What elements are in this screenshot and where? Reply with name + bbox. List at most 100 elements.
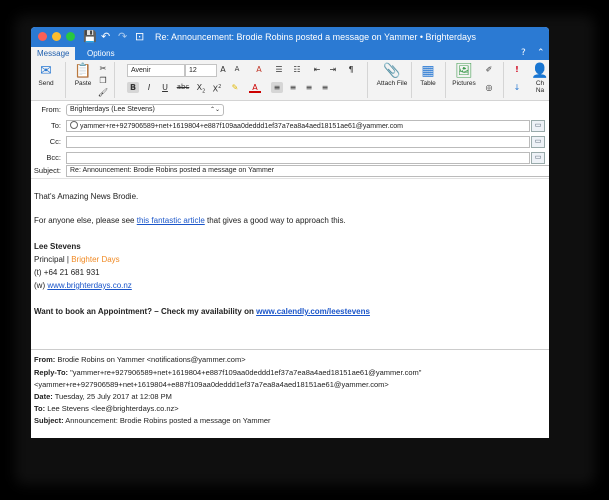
message-body[interactable]: That's Amazing News Brodie. For anyone e…: [31, 182, 549, 438]
collapse-ribbon-icon[interactable]: ⌃: [537, 47, 545, 60]
zoom-window-button[interactable]: [66, 32, 75, 41]
superscript-button[interactable]: X2: [211, 82, 223, 94]
clear-formatting-icon[interactable]: A: [253, 64, 265, 75]
divider: [411, 62, 412, 98]
highlight-icon[interactable]: ✎: [229, 82, 241, 93]
format-painter-icon[interactable]: 🖌: [97, 87, 109, 98]
grow-font-icon[interactable]: A: [217, 64, 229, 75]
quoted-date: Date: Tuesday, 25 July 2017 at 12:08 PM: [34, 391, 172, 402]
paste-button[interactable]: 📋 Paste: [71, 62, 95, 87]
indent-icon[interactable]: ⇥: [327, 64, 339, 75]
quoted-date-label: Date:: [34, 392, 53, 401]
low-importance-icon[interactable]: ↓: [511, 82, 523, 93]
from-label: From:: [41, 105, 61, 114]
message-header: From: Brighterdays (Lee Stevens) ⌃⌄ To: …: [31, 101, 549, 177]
font-name-value: Avenir: [131, 67, 151, 74]
clipboard-icon: 📋: [74, 63, 92, 79]
quoted-date-value: Tuesday, 25 July 2017 at 12:08 PM: [52, 392, 172, 401]
font-name-select[interactable]: Avenir: [127, 64, 185, 77]
font-size-value: 12: [189, 67, 197, 74]
to-field[interactable]: yammer+re+927906589+net+1619804+e887f109…: [66, 120, 530, 132]
quoted-replyto: Reply-To: "yammer+re+927906589+net+16198…: [34, 367, 421, 378]
table-label: Table: [420, 80, 436, 87]
undo-icon[interactable]: ↶: [101, 29, 110, 45]
divider: [503, 62, 504, 98]
paperclip-icon: 📎: [383, 63, 401, 79]
ribbon-tabs: Message Options ? ⌃: [31, 47, 549, 60]
window-title: Re: Announcement: Brodie Robins posted a…: [155, 32, 476, 42]
send-button[interactable]: ✉ Send: [35, 62, 57, 87]
send-icon: ✉: [40, 63, 52, 79]
to-address-book-icon[interactable]: ▭: [531, 120, 545, 132]
copy-icon[interactable]: ❐: [97, 75, 109, 86]
font-color-icon[interactable]: A: [249, 82, 261, 93]
signature-company: Brighter Days: [71, 255, 120, 264]
bullets-icon[interactable]: ☰: [273, 64, 285, 75]
subject-label: Subject:: [33, 166, 61, 175]
align-right-icon[interactable]: ≡: [303, 82, 315, 93]
divider: [445, 62, 446, 98]
justify-icon[interactable]: ≡: [319, 82, 331, 93]
bold-button[interactable]: B: [127, 82, 139, 93]
shrink-font-icon[interactable]: A: [231, 64, 243, 75]
quoted-divider: [31, 349, 549, 350]
signature-role: Principal |: [34, 255, 72, 264]
high-importance-icon[interactable]: !: [511, 64, 523, 75]
quoted-replyto-label: Reply-To:: [34, 368, 69, 377]
from-select[interactable]: Brighterdays (Lee Stevens) ⌃⌄: [66, 104, 224, 116]
table-button[interactable]: ▦ Table: [414, 62, 442, 87]
cc-label: Cc:: [49, 137, 61, 146]
booking-cta-text: Want to book an Appointment? – Check my …: [34, 307, 257, 316]
to-label: To:: [50, 121, 61, 130]
cut-icon[interactable]: ✂: [97, 63, 109, 74]
cc-address-book-icon[interactable]: ▭: [531, 136, 545, 148]
tab-message[interactable]: Message: [31, 47, 76, 60]
strikethrough-button[interactable]: abc: [175, 82, 191, 93]
help-icon[interactable]: ?: [521, 47, 526, 60]
numbering-icon[interactable]: ☷: [291, 64, 303, 75]
outdent-icon[interactable]: ⇤: [311, 64, 323, 75]
attach-file-button[interactable]: 📎 Attach File: [376, 62, 408, 87]
bcc-address-book-icon[interactable]: ▭: [531, 152, 545, 164]
save-icon[interactable]: 💾: [83, 29, 97, 45]
quoted-from-label: From:: [34, 355, 56, 364]
pictures-button[interactable]: 🖼 Pictures: [449, 62, 479, 87]
underline-button[interactable]: U: [159, 82, 171, 93]
font-size-select[interactable]: 12: [185, 64, 217, 77]
title-bar: 💾 ↶ ↷ ⊡ Re: Announcement: Brodie Robins …: [31, 27, 549, 47]
bcc-field[interactable]: [66, 152, 530, 164]
italic-button[interactable]: I: [143, 82, 155, 93]
minimize-window-button[interactable]: [52, 32, 61, 41]
subject-field[interactable]: Re: Announcement: Brodie Robins posted a…: [66, 165, 549, 177]
website-link[interactable]: www.brighterdays.co.nz: [47, 281, 131, 290]
quoted-from: From: Brodie Robins on Yammer <notificat…: [34, 354, 246, 365]
smartart-icon[interactable]: ◎: [483, 82, 495, 93]
bcc-label: Bcc:: [46, 153, 61, 162]
quoted-subject-value: Announcement: Brodie Robins posted a mes…: [63, 416, 271, 425]
customize-toolbar-icon[interactable]: ⊡: [135, 29, 144, 45]
attach-file-label: Attach File: [376, 80, 408, 87]
quoted-subject-label: Subject:: [34, 416, 64, 425]
divider: [367, 62, 368, 98]
send-label: Send: [38, 80, 54, 87]
to-value: yammer+re+927906589+net+1619804+e887f109…: [80, 123, 403, 130]
article-link[interactable]: this fantastic article: [137, 216, 205, 225]
check-names-label: Ch Na: [535, 80, 545, 94]
shapes-icon[interactable]: ✐: [483, 64, 495, 75]
align-center-icon[interactable]: ≡: [287, 82, 299, 93]
close-window-button[interactable]: [38, 32, 47, 41]
redo-icon[interactable]: ↷: [118, 29, 127, 45]
check-names-button[interactable]: 👤 Ch Na: [531, 62, 549, 94]
tab-options[interactable]: Options: [81, 47, 121, 60]
signature-web-prefix: (w): [34, 281, 48, 290]
calendly-link[interactable]: www.calendly.com/leestevens: [256, 307, 370, 316]
subject-value: Re: Announcement: Brodie Robins posted a…: [70, 167, 275, 174]
cc-field[interactable]: [66, 136, 530, 148]
divider: [65, 62, 66, 98]
align-left-icon[interactable]: ≡: [271, 82, 283, 93]
divider: [114, 62, 115, 98]
from-value: Brighterdays (Lee Stevens): [70, 106, 155, 113]
paragraph-marks-icon[interactable]: ¶: [345, 64, 357, 75]
chevron-down-icon: ⌃⌄: [209, 107, 220, 113]
subscript-button[interactable]: X2: [195, 82, 207, 95]
